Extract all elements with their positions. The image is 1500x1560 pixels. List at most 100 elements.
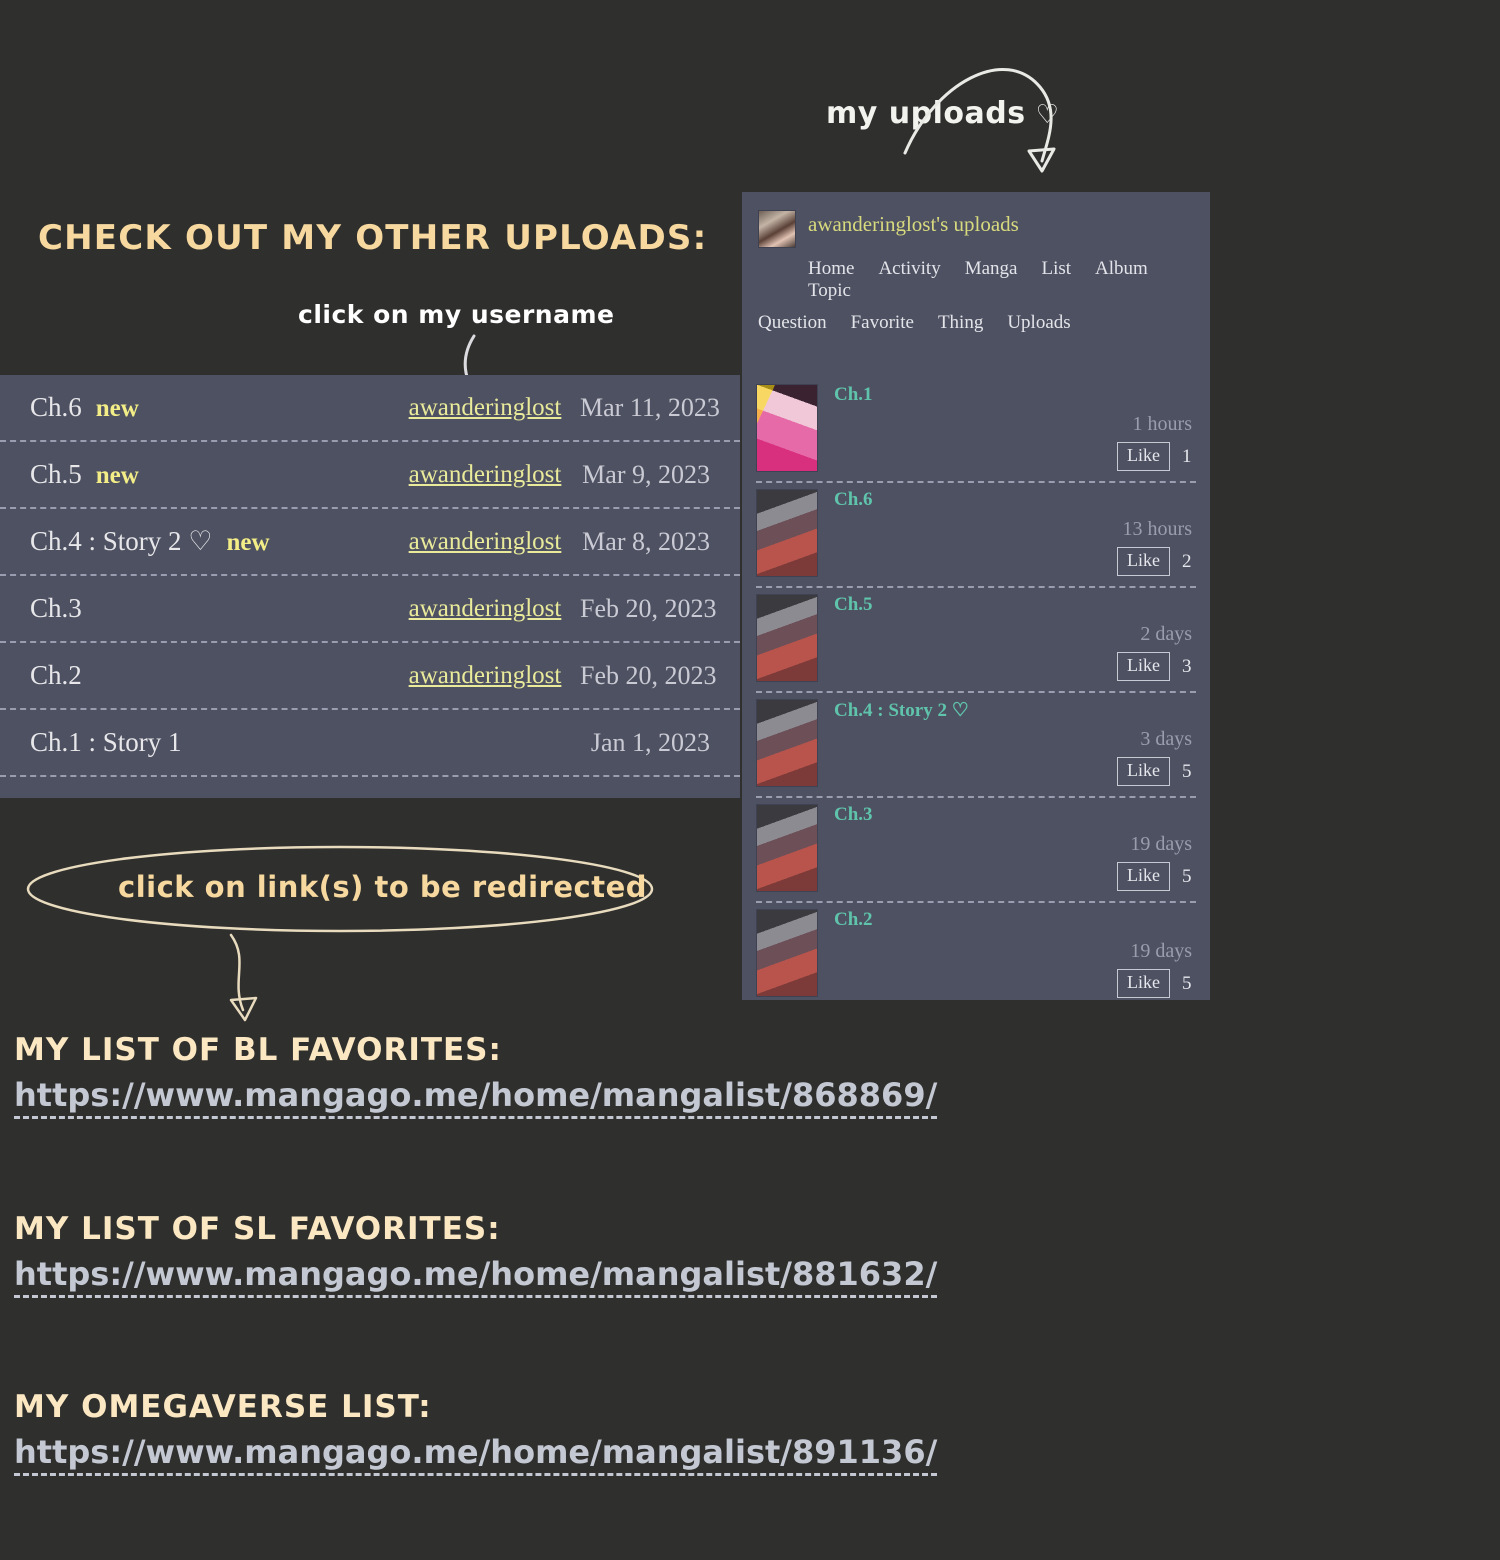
uploads-nav-row-2: Question Favorite Thing Uploads xyxy=(758,312,1194,334)
annotation-click-username: click on my username xyxy=(298,300,615,329)
like-button[interactable]: Like xyxy=(1117,547,1170,576)
manga-cover-thumbnail[interactable] xyxy=(756,699,818,787)
chapter-title-text: Ch.1 : Story 1 xyxy=(30,727,182,757)
uploads-nav-row-1: Home Activity Manga List Album Topic xyxy=(758,258,1194,302)
upload-time: 3 days xyxy=(1140,728,1192,751)
chapter-title: Ch.4 : Story 2 ♡ new xyxy=(30,526,390,557)
table-row[interactable]: Ch.1 : Story 1 Jan 1, 2023 xyxy=(0,710,740,777)
arrow-to-links-icon xyxy=(229,933,258,1022)
chapter-title-text: Ch.3 xyxy=(30,593,82,623)
upload-date: Mar 9, 2023 xyxy=(582,459,710,489)
chapter-title: Ch.2 xyxy=(30,660,390,691)
list-item[interactable]: Ch.1 1 hours Like 1 xyxy=(756,378,1196,483)
link-list-heading: MY LIST OF BL FAVORITES: xyxy=(14,1032,502,1068)
upload-chapter-link[interactable]: Ch.6 xyxy=(834,489,1196,511)
nav-item-thing[interactable]: Thing xyxy=(938,312,983,334)
uploader-link[interactable]: awanderinglost xyxy=(390,662,580,690)
avatar xyxy=(758,210,796,248)
uploads-panel-title[interactable]: awanderinglost's uploads xyxy=(808,210,1019,235)
upload-time: 19 days xyxy=(1130,940,1192,963)
nav-item-home[interactable]: Home xyxy=(808,258,854,280)
like-button[interactable]: Like xyxy=(1117,969,1170,998)
upload-chapter-link[interactable]: Ch.4 : Story 2 ♡ xyxy=(834,699,1196,722)
link-list-omegaverse: MY OMEGAVERSE LIST: https://www.mangago.… xyxy=(14,1389,938,1476)
link-list-heading: MY LIST OF SL FAVORITES: xyxy=(14,1211,501,1247)
upload-chapter-link[interactable]: Ch.3 xyxy=(834,804,1196,826)
like-count: 3 xyxy=(1182,655,1192,677)
nav-item-favorite[interactable]: Favorite xyxy=(851,312,914,334)
link-list-bl: MY LIST OF BL FAVORITES: https://www.man… xyxy=(14,1032,938,1119)
link-list-url[interactable]: https://www.mangago.me/home/mangalist/88… xyxy=(14,1255,938,1298)
uploads-panel-header: awanderinglost's uploads Home Activity M… xyxy=(742,192,1210,334)
chapter-title: Ch.1 : Story 1 xyxy=(30,727,390,758)
link-list-url[interactable]: https://www.mangago.me/home/mangalist/86… xyxy=(14,1076,938,1119)
new-badge: new xyxy=(95,462,139,489)
new-badge: new xyxy=(95,395,139,422)
chapter-title-text: Ch.5 xyxy=(30,459,82,489)
list-item[interactable]: Ch.4 : Story 2 ♡ 3 days Like 5 xyxy=(756,693,1196,798)
upload-chapter-link[interactable]: Ch.5 xyxy=(834,594,1196,616)
upload-chapter-link[interactable]: Ch.1 xyxy=(834,384,1196,406)
chapter-title: Ch.5 new xyxy=(30,459,390,490)
annotation-click-links: click on link(s) to be redirected xyxy=(118,870,648,904)
upload-time: 1 hours xyxy=(1132,413,1192,436)
nav-item-topic[interactable]: Topic xyxy=(808,280,851,302)
list-item[interactable]: Ch.5 2 days Like 3 xyxy=(756,588,1196,693)
new-badge: new xyxy=(226,529,270,556)
uploads-list: Ch.1 1 hours Like 1 Ch.6 13 hours Like 2… xyxy=(742,378,1210,1008)
table-row[interactable]: Ch.2 awanderinglost Feb 20, 2023 xyxy=(0,643,740,710)
like-button[interactable]: Like xyxy=(1117,652,1170,681)
nav-item-manga[interactable]: Manga xyxy=(965,258,1018,280)
like-count: 1 xyxy=(1182,445,1192,467)
manga-cover-thumbnail[interactable] xyxy=(756,909,818,997)
upload-date: Feb 20, 2023 xyxy=(580,660,717,690)
upload-time: 13 hours xyxy=(1122,518,1192,541)
uploader-link[interactable]: awanderinglost xyxy=(390,528,580,556)
like-count: 2 xyxy=(1182,550,1192,572)
nav-item-list[interactable]: List xyxy=(1041,258,1071,280)
table-row[interactable]: Ch.3 awanderinglost Feb 20, 2023 xyxy=(0,576,740,643)
arrow-to-uploads-panel-icon xyxy=(903,68,1056,173)
link-list-heading: MY OMEGAVERSE LIST: xyxy=(14,1389,432,1425)
chapter-title: Ch.3 xyxy=(30,593,390,624)
list-item[interactable]: Ch.6 13 hours Like 2 xyxy=(756,483,1196,588)
chapter-title-text: Ch.2 xyxy=(30,660,82,690)
table-row[interactable]: Ch.6 new awanderinglost Mar 11, 2023 xyxy=(0,375,740,442)
nav-item-uploads[interactable]: Uploads xyxy=(1007,312,1070,334)
upload-date: Mar 11, 2023 xyxy=(580,392,720,422)
link-list-sl: MY LIST OF SL FAVORITES: https://www.man… xyxy=(14,1211,938,1298)
manga-cover-thumbnail[interactable] xyxy=(756,384,818,472)
upload-time: 19 days xyxy=(1130,833,1192,856)
upload-date: Jan 1, 2023 xyxy=(590,727,710,757)
manga-cover-thumbnail[interactable] xyxy=(756,594,818,682)
nav-item-question[interactable]: Question xyxy=(758,312,827,334)
uploads-panel: awanderinglost's uploads Home Activity M… xyxy=(742,192,1210,1000)
like-button[interactable]: Like xyxy=(1117,442,1170,471)
chapter-title-text: Ch.4 : Story 2 ♡ xyxy=(30,526,213,556)
table-row[interactable]: Ch.4 : Story 2 ♡ new awanderinglost Mar 8… xyxy=(0,509,740,576)
upload-date: Mar 8, 2023 xyxy=(582,526,710,556)
uploader-link[interactable]: awanderinglost xyxy=(390,595,580,623)
upload-date: Feb 20, 2023 xyxy=(580,593,717,623)
list-item[interactable]: Ch.2 19 days Like 5 xyxy=(756,903,1196,1008)
nav-item-album[interactable]: Album xyxy=(1095,258,1148,280)
nav-item-activity[interactable]: Activity xyxy=(878,258,940,280)
chapter-title: Ch.6 new xyxy=(30,392,390,423)
like-count: 5 xyxy=(1182,865,1192,887)
like-button[interactable]: Like xyxy=(1117,862,1170,891)
upload-time: 2 days xyxy=(1140,623,1192,646)
chapter-title-text: Ch.6 xyxy=(30,392,82,422)
manga-cover-thumbnail[interactable] xyxy=(756,804,818,892)
chapter-list-table: Ch.6 new awanderinglost Mar 11, 2023 Ch.5… xyxy=(0,375,740,798)
uploader-link[interactable]: awanderinglost xyxy=(390,461,580,489)
link-list-url[interactable]: https://www.mangago.me/home/mangalist/89… xyxy=(14,1433,938,1476)
like-button[interactable]: Like xyxy=(1117,757,1170,786)
manga-cover-thumbnail[interactable] xyxy=(756,489,818,577)
like-count: 5 xyxy=(1182,760,1192,782)
list-item[interactable]: Ch.3 19 days Like 5 xyxy=(756,798,1196,903)
table-row[interactable]: Ch.5 new awanderinglost Mar 9, 2023 xyxy=(0,442,740,509)
like-count: 5 xyxy=(1182,972,1192,994)
uploader-link[interactable]: awanderinglost xyxy=(390,394,580,422)
upload-chapter-link[interactable]: Ch.2 xyxy=(834,909,1196,931)
page-heading-check-uploads: CHECK OUT MY OTHER UPLOADS: xyxy=(38,218,708,258)
